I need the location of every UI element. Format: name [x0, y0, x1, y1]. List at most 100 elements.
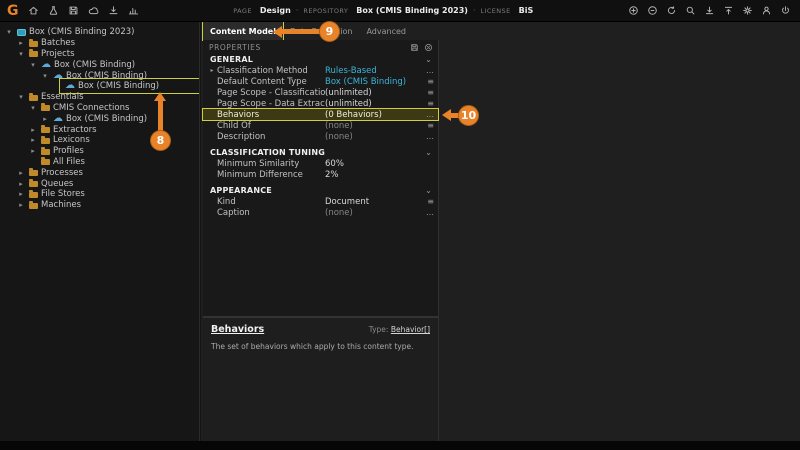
tree-item-box-cmis-binding[interactable]: ▾Box (CMIS Binding) [0, 70, 199, 81]
tree-entry[interactable]: Machines [26, 200, 84, 210]
search-icon[interactable] [684, 4, 697, 17]
property-row-classification-method[interactable]: ▸Classification MethodRules-Based… [203, 65, 438, 76]
tree-item-essentials[interactable]: ▾Essentials [0, 92, 199, 103]
tree-entry[interactable]: Profiles [38, 146, 87, 156]
tree-entry[interactable]: Lexicons [38, 135, 93, 145]
save-icon[interactable] [67, 4, 80, 17]
tree-item-box-cmis-binding[interactable]: Box (CMIS Binding) [0, 81, 199, 92]
cloud-icon[interactable] [87, 4, 100, 17]
tree-item-projects[interactable]: ▾Projects [0, 49, 199, 60]
refresh-icon[interactable] [665, 4, 678, 17]
tree-item-file-stores[interactable]: ▸File Stores [0, 189, 199, 200]
collapse-arrow-icon[interactable]: ▾ [16, 50, 26, 58]
dropdown-menu-icon[interactable]: ≡ [424, 88, 434, 97]
tree-item-box-cmis-binding[interactable]: ▸Box (CMIS Binding) [0, 113, 199, 124]
property-row-minimum-similarity[interactable]: Minimum Similarity60% [203, 158, 438, 169]
property-value[interactable]: (unlimited) [325, 88, 424, 98]
tree-entry[interactable]: Essentials [26, 92, 87, 102]
stop-circle-icon[interactable] [646, 4, 659, 17]
property-value[interactable]: (unlimited) [325, 99, 424, 109]
user-icon[interactable] [760, 4, 773, 17]
property-value[interactable]: (none) [325, 208, 424, 218]
power-icon[interactable] [779, 4, 792, 17]
property-row-minimum-difference[interactable]: Minimum Difference2% [203, 169, 438, 180]
add-circle-icon[interactable] [627, 4, 640, 17]
tree-entry[interactable]: Queues [26, 179, 76, 189]
property-value[interactable]: (0 Behaviors) [325, 110, 424, 120]
home-icon[interactable] [27, 4, 40, 17]
tree-item-box-cmis-binding[interactable]: ▾Box (CMIS Binding) [0, 59, 199, 70]
tree-item-processes[interactable]: ▸Processes [0, 167, 199, 178]
tree-entry[interactable]: CMIS Connections [38, 103, 132, 113]
section-header-appearance[interactable]: APPEARANCE⌄ [203, 184, 438, 196]
expand-arrow-icon[interactable]: ▸ [28, 136, 38, 144]
settings-icon[interactable] [741, 4, 754, 17]
tree-item-box-cmis-binding-2023[interactable]: ▾Box (CMIS Binding 2023) [0, 27, 199, 38]
import-icon[interactable] [107, 4, 120, 17]
cancel-icon[interactable] [423, 42, 433, 52]
tree-item-cmis-connections[interactable]: ▾CMIS Connections [0, 103, 199, 114]
collapse-arrow-icon[interactable]: ▾ [4, 28, 14, 36]
chevron-down-icon[interactable]: ⌄ [425, 186, 432, 195]
property-value[interactable]: Document [325, 197, 424, 207]
property-row-kind[interactable]: KindDocument≡ [203, 196, 438, 207]
download-icon[interactable] [703, 4, 716, 17]
tree-entry[interactable]: Box (CMIS Binding) [50, 71, 150, 81]
tab-content-model[interactable]: Content Model [203, 22, 283, 40]
tree-entry[interactable]: All Files [38, 157, 88, 167]
edit-ellipsis-icon[interactable]: … [424, 132, 434, 141]
expand-arrow-icon[interactable]: ▸ [16, 169, 26, 177]
tree-item-all-files[interactable]: All Files [0, 157, 199, 168]
chart-icon[interactable] [127, 4, 140, 17]
chevron-down-icon[interactable]: ⌄ [425, 148, 432, 157]
expand-arrow-icon[interactable]: ▸ [16, 39, 26, 47]
property-value[interactable]: (none) [325, 121, 424, 131]
property-type-link[interactable]: Behavior[] [391, 325, 430, 334]
property-value[interactable]: Box (CMIS Binding) [325, 77, 424, 87]
section-header-classification-tuning[interactable]: CLASSIFICATION TUNING⌄ [203, 146, 438, 158]
tree-entry-selected[interactable]: Box (CMIS Binding) [62, 81, 200, 91]
tree-entry[interactable]: Box (CMIS Binding 2023) [14, 27, 137, 37]
tree-entry[interactable]: Box (CMIS Binding) [38, 60, 138, 70]
property-row-caption[interactable]: Caption(none)… [203, 207, 438, 218]
save-icon[interactable] [409, 42, 419, 52]
expand-arrow-icon[interactable]: ▸ [16, 190, 26, 198]
tree-item-extractors[interactable]: ▸Extractors [0, 124, 199, 135]
collapse-arrow-icon[interactable]: ▾ [40, 72, 50, 80]
dropdown-menu-icon[interactable]: ≡ [424, 197, 434, 206]
property-row-default-content-type[interactable]: Default Content TypeBox (CMIS Binding)≡ [203, 76, 438, 87]
expand-arrow-icon[interactable]: ▸ [16, 201, 26, 209]
dropdown-menu-icon[interactable]: ≡ [424, 99, 434, 108]
edit-ellipsis-icon[interactable]: … [424, 110, 434, 119]
expand-arrow-icon[interactable]: ▸ [28, 126, 38, 134]
tree-entry[interactable]: Extractors [38, 125, 100, 135]
property-value[interactable]: (none) [325, 132, 424, 142]
tree-entry[interactable]: Box (CMIS Binding) [50, 114, 150, 124]
tree-item-batches[interactable]: ▸Batches [0, 38, 199, 49]
dropdown-menu-icon[interactable]: ≡ [424, 121, 434, 130]
tree-item-machines[interactable]: ▸Machines [0, 200, 199, 211]
section-header-general[interactable]: GENERAL⌄ [203, 53, 438, 65]
edit-ellipsis-icon[interactable]: … [424, 208, 434, 217]
expand-arrow-icon[interactable]: ▸ [28, 147, 38, 155]
chevron-down-icon[interactable]: ⌄ [425, 55, 432, 64]
collapse-arrow-icon[interactable]: ▾ [28, 61, 38, 69]
dropdown-menu-icon[interactable]: ≡ [424, 77, 434, 86]
tree-entry[interactable]: Processes [26, 168, 86, 178]
flask-icon[interactable] [47, 4, 60, 17]
collapse-arrow-icon[interactable]: ▾ [16, 93, 26, 101]
edit-ellipsis-icon[interactable]: … [424, 66, 434, 75]
tree-item-queues[interactable]: ▸Queues [0, 178, 199, 189]
tree-entry[interactable]: Batches [26, 38, 78, 48]
property-value[interactable]: 2% [325, 170, 424, 180]
upload-icon[interactable] [722, 4, 735, 17]
property-value[interactable]: 60% [325, 159, 424, 169]
property-row-page-scope-classification[interactable]: Page Scope - Classification(unlimited)≡ [203, 87, 438, 98]
tree-entry[interactable]: File Stores [26, 189, 88, 199]
property-row-page-scope-data-extraction[interactable]: Page Scope - Data Extraction(unlimited)≡ [203, 98, 438, 109]
property-row-behaviors[interactable]: Behaviors(0 Behaviors)… [203, 109, 438, 120]
expand-arrow-icon[interactable]: ▸ [40, 115, 50, 123]
expand-arrow-icon[interactable]: ▸ [16, 180, 26, 188]
property-row-description[interactable]: Description(none)… [203, 131, 438, 142]
tree-entry[interactable]: Projects [26, 49, 78, 59]
